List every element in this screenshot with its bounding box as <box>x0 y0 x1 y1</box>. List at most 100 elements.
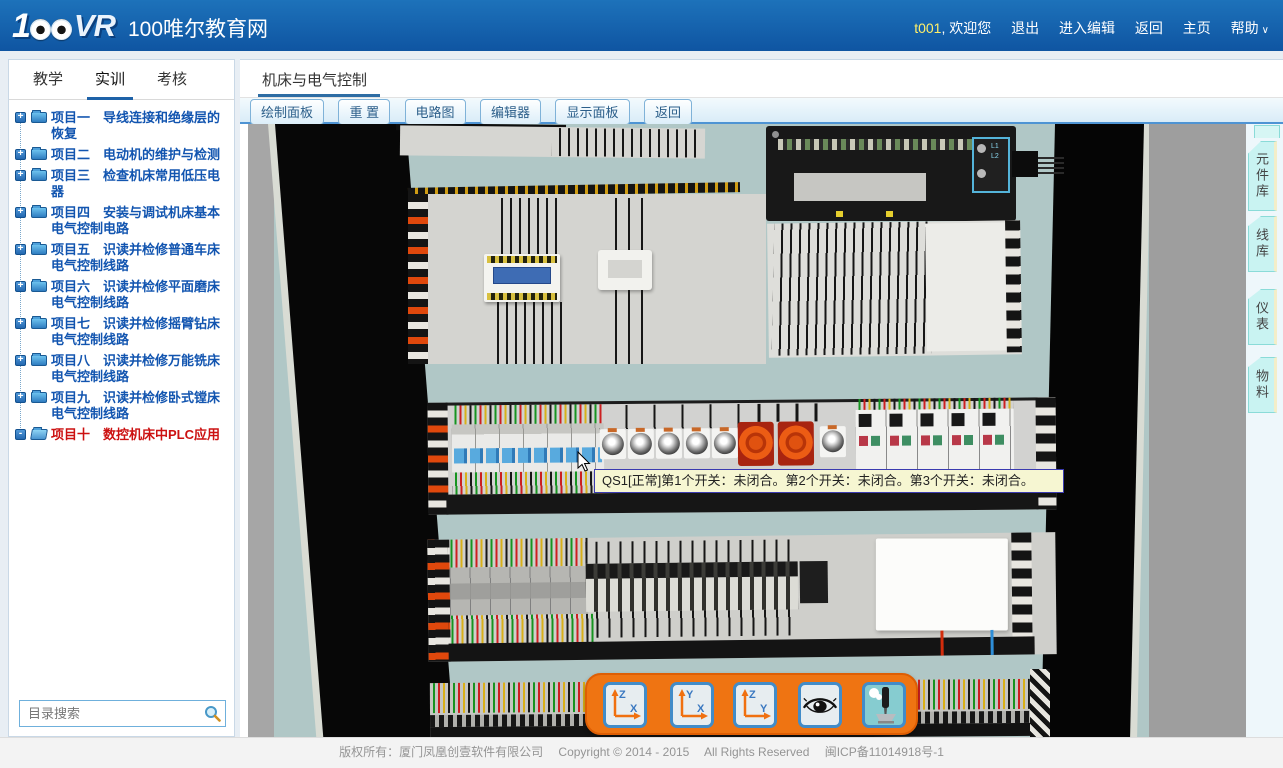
tab-teaching[interactable]: 教学 <box>25 68 71 97</box>
folder-icon <box>31 207 47 218</box>
plc-module: L1 L2 <box>766 126 1016 221</box>
terminal-plate <box>427 532 1056 662</box>
tab-materials[interactable]: 物料 <box>1248 357 1277 413</box>
wires <box>494 198 558 256</box>
folder-icon <box>31 244 47 255</box>
blank-label-box <box>876 539 1008 631</box>
wire-duct <box>1005 220 1022 352</box>
reset-button[interactable]: 重 置 <box>338 99 390 125</box>
expand-icon[interactable]: + <box>15 149 26 160</box>
pushbutton[interactable] <box>712 428 738 458</box>
pushbutton[interactable] <box>600 429 626 459</box>
cabinet-black-column-right <box>1041 124 1145 738</box>
relay-component <box>484 254 560 302</box>
tab-assessment[interactable]: 考核 <box>149 68 195 97</box>
eye-view-button[interactable] <box>798 682 842 728</box>
logout-link[interactable]: 退出 <box>1011 20 1039 36</box>
return-button[interactable]: 返回 <box>644 99 692 125</box>
view-zx-button[interactable]: Z X <box>603 682 647 728</box>
expand-icon[interactable]: + <box>15 112 26 123</box>
connector-pins <box>1038 154 1064 174</box>
tool-view-button[interactable] <box>862 682 906 728</box>
eye-icon <box>801 685 839 725</box>
tree-item-project4[interactable]: +项目四 安装与调试机床基本电气控制电路 <box>15 205 229 237</box>
tree-item-project5[interactable]: +项目五 识读并检修普通车床电气控制线路 <box>15 242 229 274</box>
expand-icon[interactable]: + <box>15 244 26 255</box>
circuit-diagram-button[interactable]: 电路图 <box>405 99 466 125</box>
folder-icon <box>31 170 47 181</box>
folder-icon <box>31 318 47 329</box>
tree-item-project10[interactable]: -项目十 数控机床中PLC应用 <box>15 427 229 443</box>
connector-block <box>1012 151 1038 177</box>
tree-item-project3[interactable]: +项目三 检查机床常用低压电器 <box>15 168 229 200</box>
relay-label <box>493 267 551 284</box>
pushbutton[interactable] <box>820 426 846 457</box>
power-supply: L1 L2 <box>972 137 1010 193</box>
expand-icon[interactable]: + <box>15 318 26 329</box>
search-input[interactable] <box>19 700 226 727</box>
welcome-text: , 欢迎您 <box>941 20 991 36</box>
open-folder-icon <box>30 429 48 440</box>
pushbutton[interactable] <box>684 428 710 458</box>
plc-wires <box>772 221 935 355</box>
scene-viewport[interactable]: L1 L2 <box>248 124 1246 738</box>
view-yx-button[interactable]: Y X <box>670 682 714 728</box>
tree-item-project6[interactable]: +项目六 识读并检修平面磨床电气控制线路 <box>15 279 229 311</box>
wires <box>600 404 740 429</box>
enter-edit-link[interactable]: 进入编辑 <box>1059 20 1115 36</box>
tab-wire-library[interactable]: 线库 <box>1248 216 1277 272</box>
emergency-stop-button[interactable] <box>778 421 814 465</box>
help-link[interactable]: 帮助 <box>1231 20 1259 36</box>
svg-text:Z: Z <box>749 689 756 701</box>
wires <box>448 614 596 646</box>
cabinet-left-column <box>248 124 274 738</box>
expand-icon[interactable]: + <box>15 355 26 366</box>
chevron-down-icon[interactable]: ∨ <box>1262 25 1269 36</box>
wire-duct <box>1011 532 1032 636</box>
pushbutton[interactable] <box>628 429 654 459</box>
breaker-plate <box>428 397 1057 514</box>
wire-duct <box>428 403 449 515</box>
expand-icon[interactable]: + <box>15 281 26 292</box>
tree-item-project9[interactable]: +项目九 识读并检修卧式镗床电气控制线路 <box>15 390 229 422</box>
expand-icon[interactable]: + <box>15 392 26 403</box>
sidebar: 教学 实训 考核 +项目一 导线连接和绝缘层的恢复 +项目二 电动机的维护与检测… <box>8 59 235 737</box>
home-link[interactable]: 主页 <box>1183 20 1211 36</box>
tree-item-project7[interactable]: +项目七 识读并检修摇臂钻床电气控制线路 <box>15 316 229 348</box>
tab-stub[interactable] <box>1254 125 1280 138</box>
pushbutton[interactable] <box>656 429 682 459</box>
tree-item-project8[interactable]: +项目八 识读并检修万能铣床电气控制线路 <box>15 353 229 385</box>
view-zy-button[interactable]: Z Y <box>733 682 777 728</box>
svg-text:Y: Y <box>760 703 768 715</box>
tab-component-library[interactable]: 元件库 <box>1248 141 1277 211</box>
collapse-icon[interactable]: - <box>15 429 26 440</box>
header: 1 VR 100唯尔教育网 t001, 欢迎您 退出 进入编辑 返回 主页 帮助… <box>0 0 1283 51</box>
tree-item-project1[interactable]: +项目一 导线连接和绝缘层的恢复 <box>15 110 229 142</box>
wires <box>604 290 648 364</box>
expand-icon[interactable]: + <box>15 170 26 181</box>
tree-item-project2[interactable]: +项目二 电动机的维护与检测 <box>15 147 229 163</box>
folder-icon <box>31 149 47 160</box>
scene-toolbar: 绘制面板 重 置 电路图 编辑器 显示面板 返回 <box>240 98 1283 124</box>
red-wire <box>940 631 943 656</box>
eye-icon <box>51 19 72 40</box>
tab-instruments[interactable]: 仪表 <box>1248 289 1277 345</box>
mouse-cursor <box>576 451 593 473</box>
editor-button[interactable]: 编辑器 <box>480 99 541 125</box>
logo[interactable]: 1 VR <box>12 6 115 46</box>
psu-label-l2: L2 <box>991 153 999 160</box>
catalog-search <box>19 700 226 727</box>
led-indicator <box>886 211 893 217</box>
svg-text:Y: Y <box>686 689 694 701</box>
tab-training[interactable]: 实训 <box>87 68 133 100</box>
page-title: 机床与电气控制 <box>262 69 367 90</box>
expand-icon[interactable]: + <box>15 207 26 218</box>
draw-panel-button[interactable]: 绘制面板 <box>250 99 324 125</box>
shelf-wires <box>552 128 702 158</box>
led-indicator <box>836 211 843 217</box>
wires <box>490 302 564 364</box>
emergency-stop-button[interactable] <box>738 422 774 466</box>
search-icon[interactable] <box>204 705 221 722</box>
display-panel-button[interactable]: 显示面板 <box>555 99 629 125</box>
back-link[interactable]: 返回 <box>1135 20 1163 36</box>
